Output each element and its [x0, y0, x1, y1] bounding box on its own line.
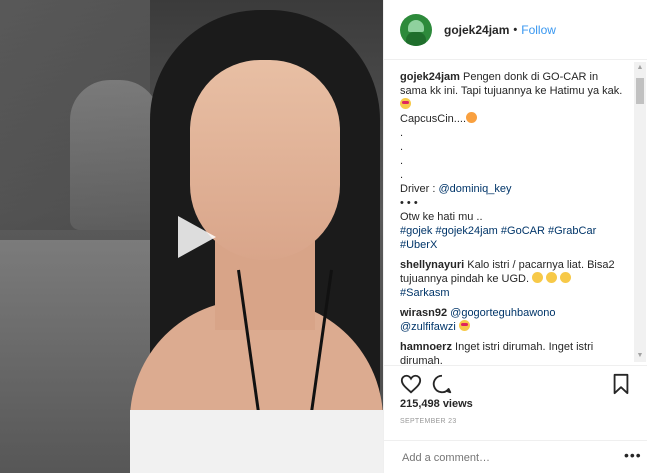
laughing-emoji-icon	[546, 272, 558, 283]
comment-icon[interactable]	[431, 373, 453, 395]
kiss-emoji-icon	[466, 112, 478, 123]
comments-scrollbar[interactable]: ▲ ▼	[634, 62, 646, 362]
caption-dot: .	[400, 169, 404, 181]
comment-username[interactable]: shellynayuri	[400, 259, 464, 271]
video-player[interactable]	[0, 0, 383, 473]
caption-dots-row: • • •	[400, 197, 418, 209]
scroll-up-arrow-icon[interactable]: ▲	[634, 62, 646, 74]
header-username[interactable]: gojek24jam	[444, 23, 509, 37]
post-date[interactable]: SEPTEMBER 23	[400, 418, 457, 425]
comment-mention-link[interactable]: @gogorteguhbawono	[450, 307, 555, 319]
caption-dot: .	[400, 155, 404, 167]
heart-icon[interactable]	[400, 373, 422, 395]
comment-item: shellynayuri Kalo istri / pacarnya liat.…	[400, 258, 628, 300]
caption-dot: .	[400, 127, 404, 139]
comment-username[interactable]: wirasn92	[400, 307, 447, 319]
scrollbar-thumb[interactable]	[636, 78, 644, 104]
driver-mention-link[interactable]: @dominiq_key	[439, 183, 512, 195]
comment-username[interactable]: hamnoerz	[400, 341, 452, 353]
caption-line3: Otw ke hati mu ..	[400, 211, 483, 223]
comments-list: gojek24jam Pengen donk di GO-CAR in sama…	[384, 60, 640, 365]
action-icons	[400, 373, 632, 395]
driver-label: Driver :	[400, 183, 436, 195]
scroll-down-arrow-icon[interactable]: ▼	[634, 350, 646, 362]
instagram-post: gojek24jam • Follow gojek24jam Pengen do…	[0, 0, 647, 473]
heart-eyes-emoji-icon	[400, 98, 411, 109]
laughing-emoji-icon	[532, 272, 544, 283]
helmet-icon	[408, 19, 424, 32]
post-header: gojek24jam • Follow	[384, 0, 647, 60]
play-icon[interactable]	[168, 210, 222, 264]
hashtags-link[interactable]: #gojek #gojek24jam #GoCAR #GrabCar #Uber…	[400, 225, 596, 251]
caption-username[interactable]: gojek24jam	[400, 71, 460, 83]
bookmark-icon[interactable]	[610, 373, 632, 395]
caption: gojek24jam Pengen donk di GO-CAR in sama…	[400, 70, 628, 252]
comment-item: hamnoerz Inget istri dirumah. Inget istr…	[400, 340, 628, 365]
follow-button[interactable]: Follow	[521, 23, 556, 37]
comment-item: wirasn92 @gogorteguhbawono @zulfifawzi	[400, 306, 628, 334]
avatar[interactable]	[400, 13, 432, 46]
caption-dot: .	[400, 141, 404, 153]
comment-mention-link[interactable]: @zulfifawzi	[400, 321, 456, 333]
person-top	[130, 410, 383, 473]
comment-hashtag-link[interactable]: #Sarkasm	[400, 287, 450, 299]
caption-line2: CapcusCin....	[400, 113, 467, 125]
add-comment-input[interactable]	[400, 449, 604, 467]
header-separator: •	[513, 23, 518, 36]
more-options-icon[interactable]: •••	[624, 447, 642, 463]
post-actions: 215,498 views SEPTEMBER 23 •••	[384, 365, 647, 473]
post-sidebar: gojek24jam • Follow gojek24jam Pengen do…	[383, 0, 647, 473]
rider-icon	[406, 31, 426, 46]
add-comment-bar: •••	[384, 440, 647, 474]
driver-figure	[70, 80, 160, 230]
view-count[interactable]: 215,498 views	[400, 398, 473, 410]
heart-eyes-emoji-icon	[458, 320, 470, 331]
laughing-emoji-icon	[560, 272, 572, 283]
